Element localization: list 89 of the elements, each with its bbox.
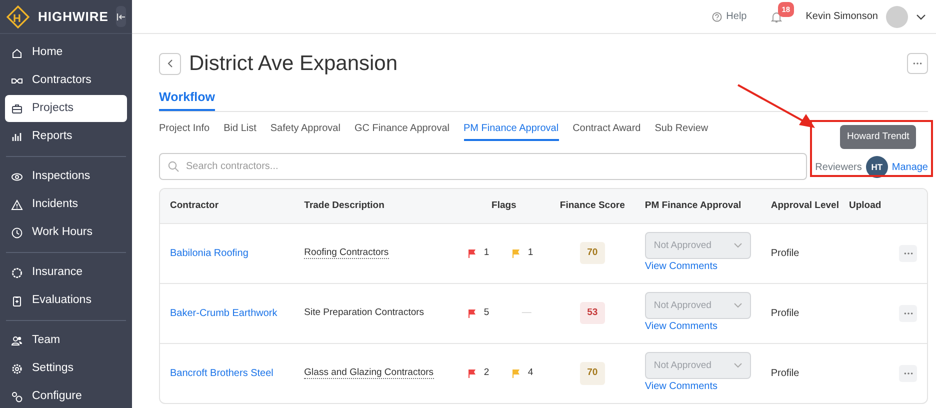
team-icon [11,334,23,346]
briefcase-icon [11,102,23,114]
more-options-button[interactable] [907,53,928,74]
contractor-link[interactable]: Bancroft Brothers Steel [170,368,274,379]
user-avatar[interactable] [886,6,908,28]
clock-icon [11,226,23,238]
trade-description: Glass and Glazing Contractors [304,367,434,380]
sidebar-item[interactable]: Reports [5,123,127,150]
flag-count: 1 [528,246,534,260]
sidebar-item[interactable]: Team [5,327,127,354]
column-header: PM Finance Approval [634,189,761,224]
reviewers-label: Reviewers [815,160,862,175]
flag-count: 4 [528,366,534,380]
contractor-link[interactable]: Baker-Crumb Earthwork [170,308,278,319]
manage-link[interactable]: Manage [892,160,928,175]
reviewer-avatar[interactable]: HT [866,156,888,178]
sidebar-item[interactable]: Evaluations [5,287,127,314]
sidebar-item[interactable]: Contractors [5,67,127,94]
trade-description: Site Preparation Contractors [304,307,424,318]
brand-name: HIGHWIRE [38,8,108,26]
collapse-icon [116,12,126,22]
chevron-down-icon [916,14,926,20]
workflow-tab[interactable]: Workflow [159,88,216,112]
notification-bell-icon[interactable] [770,10,782,22]
sidebar-item[interactable]: Projects [5,95,127,122]
row-actions-button[interactable] [899,304,917,322]
approval-step-tab[interactable]: Contract Award [572,121,641,142]
view-comments-link[interactable]: View Comments [644,319,718,334]
row-actions-button[interactable] [899,365,917,382]
sidebar-item[interactable]: Settings [5,355,127,382]
finance-score-badge: 53 [580,302,605,324]
flag-count: 1 [484,246,490,260]
flag-count: 5 [484,306,490,320]
help-icon [712,12,722,22]
gears-icon [11,390,23,402]
approval-step-tab[interactable]: Bid List [224,121,256,142]
approval-level: Profile [760,283,849,344]
user-name[interactable]: Kevin Simonson [806,9,878,24]
view-comments-link[interactable]: View Comments [644,259,718,274]
chevron-left-icon [167,59,173,68]
chevron-down-icon [734,243,742,248]
more-icon [913,62,922,66]
bar-chart-icon [11,130,23,142]
reviewer-tooltip: Howard Trendt [840,125,916,150]
home-icon [11,46,23,58]
approval-step-tab[interactable]: GC Finance Approval [354,121,450,142]
view-comments-link[interactable]: View Comments [644,379,718,394]
chevron-down-icon [734,303,742,308]
approval-level: Profile [760,223,849,284]
more-icon [904,312,912,315]
contractor-link[interactable]: Babilonia Roofing [170,248,248,259]
column-header: Upload [849,189,927,224]
finance-score-badge: 70 [580,362,605,385]
approval-level: Profile [760,343,849,404]
sidebar-item[interactable]: Work Hours [5,219,127,246]
trade-description: Roofing Contractors [304,247,389,260]
column-header: Finance Score [550,189,635,224]
search-field[interactable]: Search contractors... [159,153,808,180]
row-actions-button[interactable] [899,244,917,262]
finance-score-badge: 70 [580,242,605,264]
flag-count: 2 [484,366,490,380]
sidebar-item[interactable]: Home [5,39,127,66]
logo-icon [6,4,30,28]
logo-letter: H [13,12,21,27]
approval-step-tab[interactable]: Sub Review [654,121,708,142]
approval-step-tab[interactable]: Project Info [159,121,210,142]
chevron-down-icon [734,363,742,368]
approval-step-tab[interactable]: PM Finance Approval [464,121,559,142]
column-header: Trade Description [294,189,458,224]
more-icon [904,252,912,255]
sidebar-item[interactable]: Inspections [5,163,127,190]
warning-icon [11,198,23,210]
sidebar-item[interactable]: Configure [5,383,127,408]
approval-step-tab[interactable]: Safety Approval [270,121,340,142]
column-header: Contractor [160,189,294,224]
page-title: District Ave Expansion [189,51,398,77]
circle-icon [11,266,23,278]
column-header: Flags [458,189,550,224]
more-icon [904,372,912,375]
back-button[interactable] [159,52,181,75]
collapse-sidebar-button[interactable] [116,6,126,27]
help-link[interactable]: Help [712,9,747,24]
eye-icon [11,170,23,182]
settings-icon [11,362,23,374]
sidebar-item[interactable]: Incidents [5,191,127,218]
clipboard-icon [11,294,23,306]
column-header: Approval Level [760,189,849,224]
flag-empty-dash: — [522,306,532,320]
sidebar-item[interactable]: Insurance [5,259,127,286]
